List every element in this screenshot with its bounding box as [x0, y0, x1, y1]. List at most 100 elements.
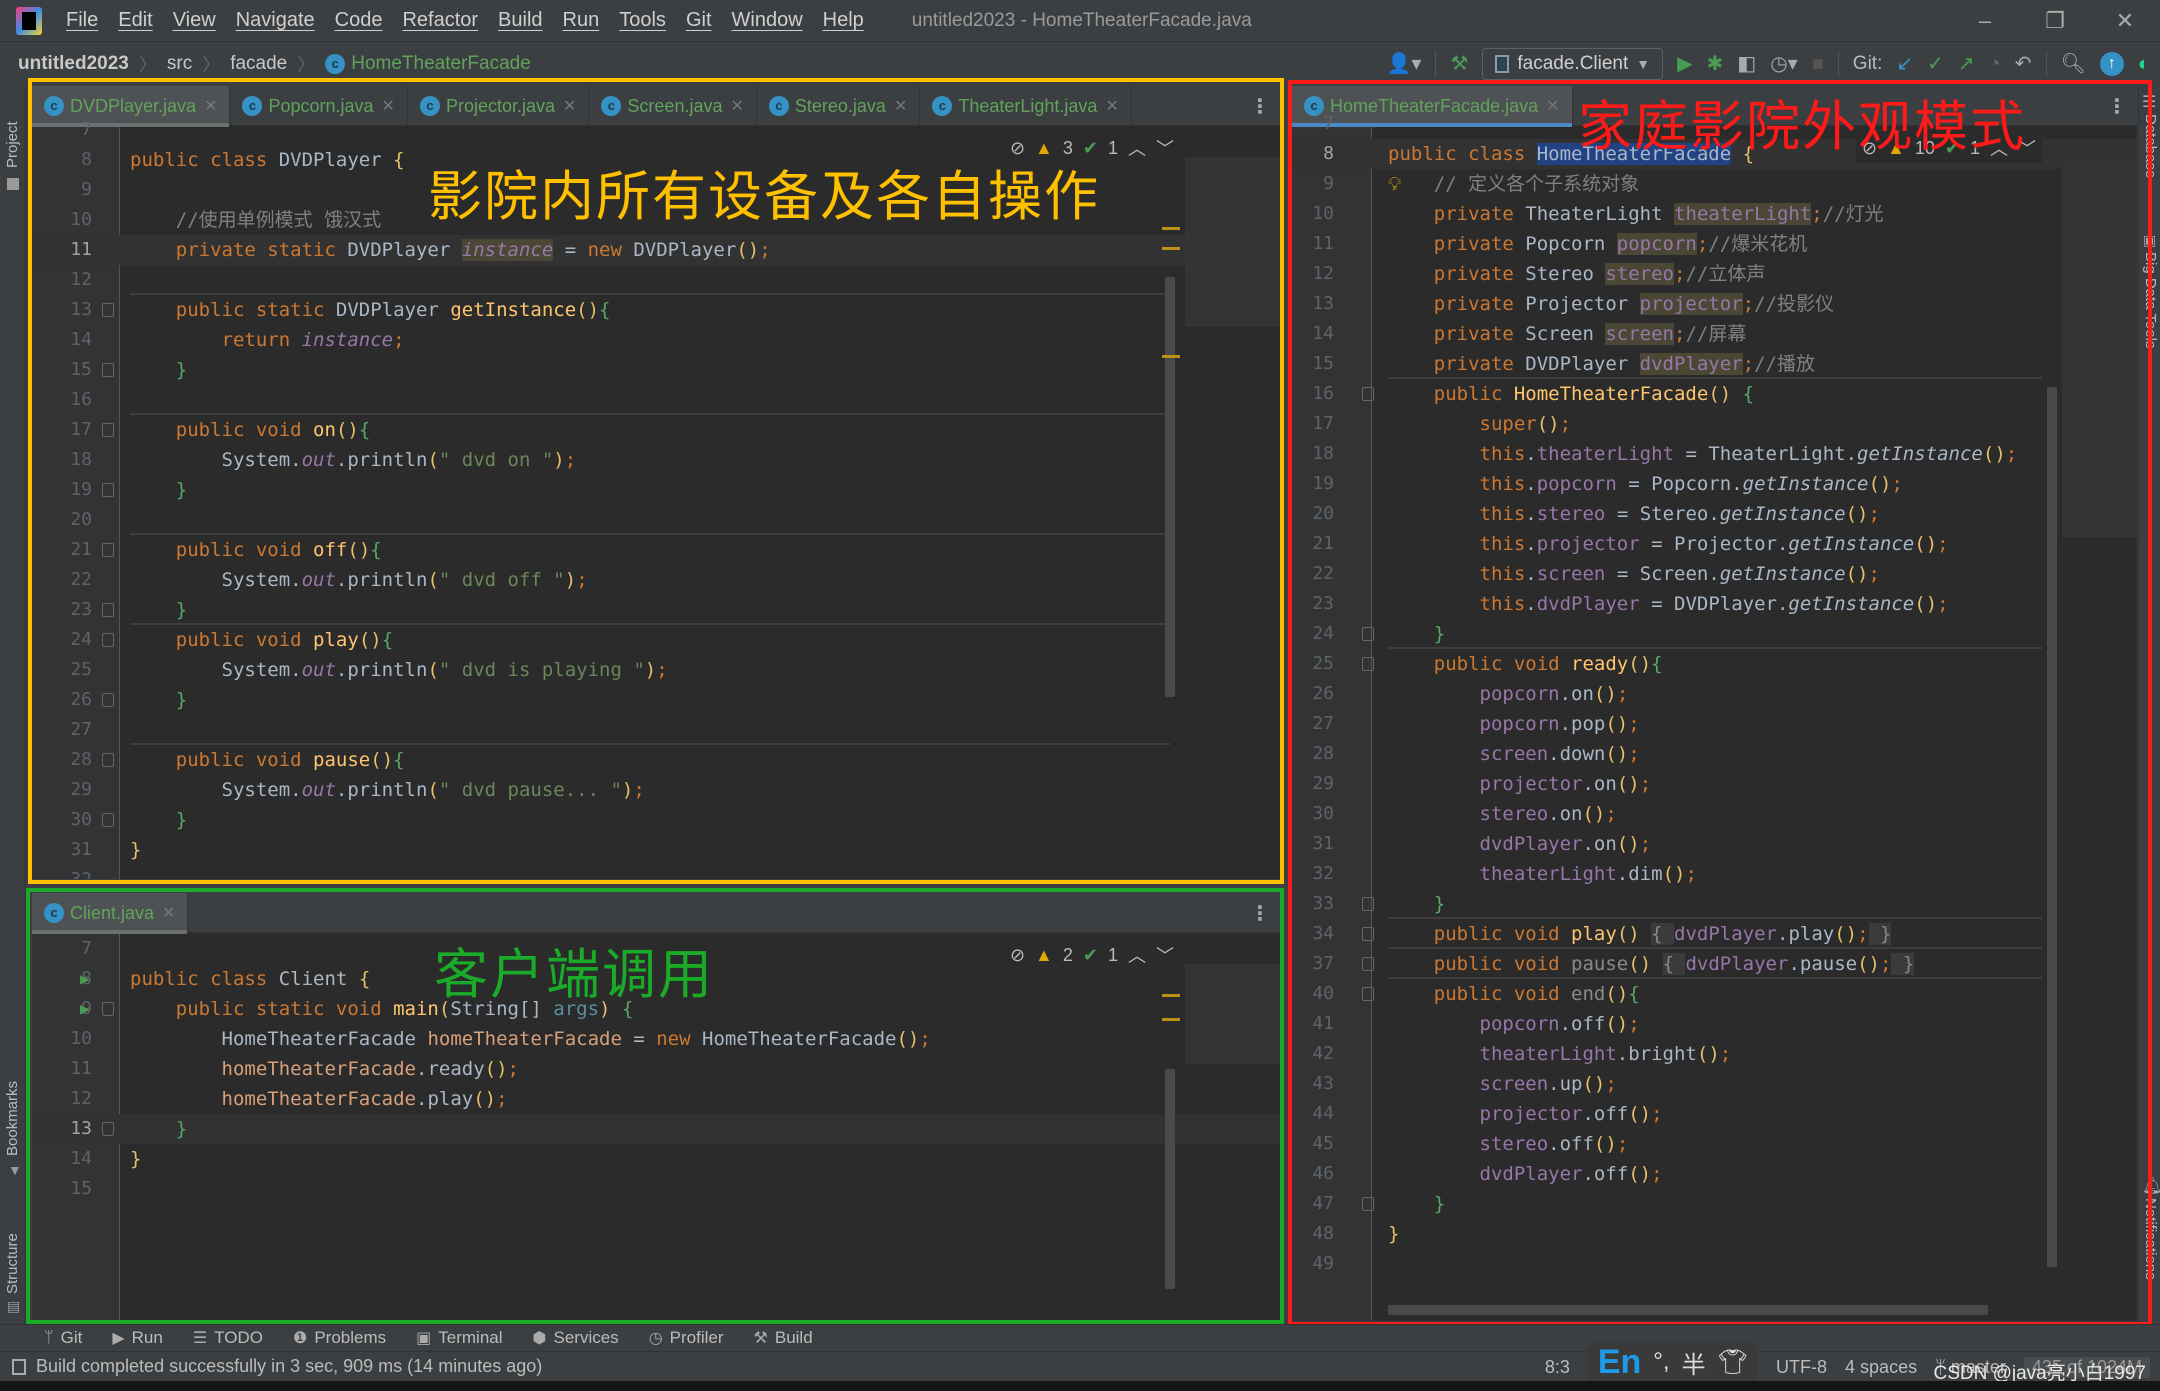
build-hammer-icon[interactable]: ⚒	[1450, 54, 1468, 74]
code-minimap[interactable]	[1185, 964, 1280, 1064]
close-tab-icon[interactable]: ✕	[382, 96, 395, 116]
profile-icon[interactable]: ◷▾	[1770, 54, 1798, 74]
code-minimap[interactable]	[1185, 157, 1280, 327]
coverage-icon[interactable]: ◧	[1737, 54, 1756, 74]
fold-icon[interactable]	[1362, 897, 1374, 911]
close-tab-icon[interactable]: ✕	[730, 96, 743, 116]
fold-icon[interactable]	[102, 603, 114, 617]
fold-icon[interactable]	[102, 753, 114, 767]
bookmarks-tool-button[interactable]: Bookmarks	[4, 1081, 21, 1156]
breadcrumb-package[interactable]: facade	[230, 53, 287, 75]
tab-client[interactable]: c Client.java ✕	[32, 893, 189, 934]
fold-icon[interactable]	[102, 633, 114, 647]
debug-bug-icon[interactable]: ✱	[1707, 54, 1724, 74]
run-configuration-select[interactable]: facade.Client ▼	[1482, 48, 1664, 80]
git-history-icon[interactable]: ◔	[1989, 54, 2001, 74]
fold-icon[interactable]	[102, 363, 114, 377]
warning-stripe-mark[interactable]	[1162, 227, 1180, 230]
tool-window-profiler[interactable]: ◷ Profiler	[649, 1328, 724, 1348]
vertical-scrollbar[interactable]	[1165, 277, 1175, 697]
inspection-widget[interactable]: ⊘ ▲ 2 ✔ 1 ︿ ﹀	[1003, 940, 1180, 970]
close-tab-icon[interactable]: ✕	[1105, 96, 1118, 116]
warning-stripe-mark[interactable]	[1162, 1018, 1180, 1021]
git-commit-icon[interactable]: ✓	[1927, 54, 1944, 74]
code-with-me-icon[interactable]: ◐	[2138, 54, 2150, 74]
menu-git[interactable]: Git	[676, 9, 722, 32]
menu-edit[interactable]: Edit	[108, 9, 162, 32]
warning-stripe-mark[interactable]	[1162, 247, 1180, 250]
git-update-icon[interactable]: ↙	[1896, 54, 1913, 74]
fold-icon[interactable]	[1362, 1197, 1374, 1211]
ime-toolbar[interactable]: En °, 半 👕︎	[1587, 1342, 1759, 1382]
ide-update-icon[interactable]: ↑	[2099, 52, 2124, 76]
caret-position[interactable]: 8:3	[1545, 1357, 1570, 1378]
next-highlight-icon[interactable]: ﹀	[1156, 942, 1174, 968]
more-tabs-icon[interactable]: ⋮	[1250, 901, 1270, 926]
previous-highlight-icon[interactable]: ︿	[1128, 135, 1146, 161]
tool-window-todo[interactable]: ☰ TODO	[193, 1328, 263, 1348]
notifications-tool-button[interactable]: Notifications	[2142, 1198, 2159, 1280]
run-icon[interactable]: ▶	[1677, 54, 1692, 74]
ime-language[interactable]: En	[1598, 1343, 1641, 1382]
fold-icon[interactable]	[1362, 627, 1374, 641]
breadcrumb-project[interactable]: untitled2023	[18, 53, 129, 75]
close-tab-icon[interactable]: ✕	[894, 96, 907, 116]
code-minimap[interactable]	[2062, 157, 2137, 537]
code-editor[interactable]: 7 8 public class DVDPlayer { 9 10 //使用单例模…	[32, 119, 1280, 879]
menu-run[interactable]: Run	[553, 9, 610, 32]
database-tool-button[interactable]: Database	[2142, 114, 2159, 178]
ime-skin-shirt-icon[interactable]: 👕︎	[1718, 1348, 1748, 1377]
ime-punctuation[interactable]: °,	[1653, 1348, 1669, 1376]
fold-icon[interactable]	[102, 1002, 114, 1016]
code-editor[interactable]: 7 8 public class HomeTheaterFacade {9 💡︎ //…	[1292, 113, 2137, 1321]
close-tab-icon[interactable]: ✕	[204, 96, 217, 116]
file-encoding[interactable]: UTF-8	[1776, 1357, 1827, 1378]
menu-build[interactable]: Build	[488, 9, 552, 32]
menu-refactor[interactable]: Refactor	[392, 9, 488, 32]
fold-icon[interactable]	[102, 693, 114, 707]
menu-view[interactable]: View	[163, 9, 226, 32]
fold-icon[interactable]	[1362, 387, 1374, 401]
indent-setting[interactable]: 4 spaces	[1845, 1357, 1917, 1378]
fold-icon[interactable]	[102, 303, 114, 317]
warning-stripe-mark[interactable]	[1162, 355, 1180, 358]
fold-icon[interactable]	[1362, 657, 1374, 671]
breadcrumb-src[interactable]: src	[167, 53, 192, 75]
search-icon[interactable]: 🔍︎	[2061, 54, 2086, 74]
tool-window-build[interactable]: ⚒ Build	[754, 1328, 813, 1348]
fold-icon[interactable]	[1362, 987, 1374, 1001]
reader-mode-icon[interactable]: ⊘	[1010, 945, 1025, 966]
minimize-button[interactable]: –	[1950, 0, 2020, 42]
menu-code[interactable]: Code	[325, 9, 393, 32]
tool-window-run[interactable]: ▶ Run	[112, 1328, 163, 1348]
structure-tool-button[interactable]: Structure	[4, 1233, 21, 1294]
close-tab-icon[interactable]: ✕	[563, 96, 576, 116]
next-highlight-icon[interactable]: ﹀	[1156, 135, 1174, 161]
stop-icon[interactable]: ■	[1812, 54, 1824, 74]
run-gutter-icon[interactable]: ▶	[80, 964, 90, 994]
tool-window-services[interactable]: ⬢ Services	[533, 1328, 619, 1348]
fold-icon[interactable]	[102, 423, 114, 437]
close-tab-icon[interactable]: ✕	[162, 903, 175, 923]
menu-navigate[interactable]: Navigate	[226, 9, 325, 32]
fold-icon[interactable]	[102, 1122, 114, 1136]
fold-icon[interactable]	[1362, 957, 1374, 971]
vertical-scrollbar[interactable]	[1165, 1069, 1175, 1289]
menu-tools[interactable]: Tools	[609, 9, 676, 32]
breadcrumb-class[interactable]: HomeTheaterFacade	[351, 53, 531, 75]
close-window-button[interactable]: ✕	[2090, 0, 2160, 42]
warning-stripe-mark[interactable]	[1162, 994, 1180, 997]
tool-window-terminal[interactable]: ▣ Terminal	[416, 1328, 502, 1348]
ime-halfwidth[interactable]: 半	[1682, 1345, 1706, 1380]
fold-icon[interactable]	[102, 543, 114, 557]
menu-window[interactable]: Window	[722, 9, 813, 32]
previous-highlight-icon[interactable]: ︿	[1128, 942, 1146, 968]
project-tool-button[interactable]: Project	[4, 121, 21, 168]
tool-window-problems[interactable]: ❶ Problems	[293, 1328, 386, 1348]
git-rollback-icon[interactable]: ↶	[2015, 54, 2032, 74]
vertical-scrollbar[interactable]	[2047, 387, 2057, 1267]
menu-help[interactable]: Help	[813, 9, 874, 32]
fold-icon[interactable]	[102, 483, 114, 497]
git-push-icon[interactable]: ↗	[1958, 54, 1975, 74]
horizontal-scrollbar[interactable]	[1388, 1305, 1988, 1315]
